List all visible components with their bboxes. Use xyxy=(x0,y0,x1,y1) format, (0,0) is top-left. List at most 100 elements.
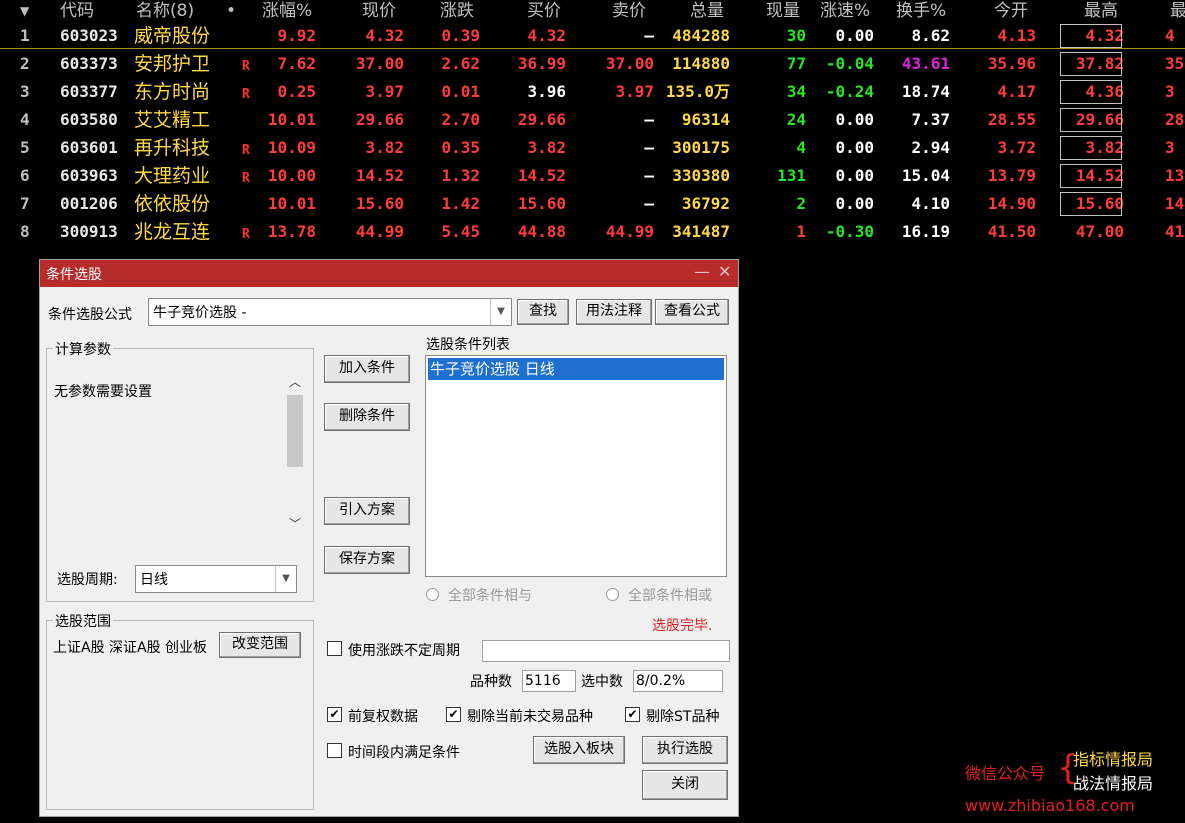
cell-no: 8 xyxy=(20,222,30,241)
cell-speed: -0.30 xyxy=(825,222,874,241)
cell-price: 3.97 xyxy=(365,82,404,101)
radio-or[interactable] xyxy=(606,588,619,601)
chevron-down-icon[interactable]: ▼ xyxy=(490,299,511,325)
col-open[interactable]: 今开 xyxy=(994,0,1028,24)
col-vol[interactable]: 总量 xyxy=(690,0,724,24)
scroll-up-icon[interactable]: ︿ xyxy=(289,373,301,390)
params-scrollbar[interactable]: ︿ ﹀ xyxy=(285,369,305,534)
col-turn[interactable]: 换手% xyxy=(896,0,946,24)
selected-label: 选中数 xyxy=(581,674,623,690)
cell-chg-pct: 9.92 xyxy=(277,26,316,45)
cell-speed: -0.24 xyxy=(825,82,874,101)
execute-button[interactable]: 执行选股 xyxy=(642,736,728,764)
col-price[interactable]: 现价 xyxy=(362,0,396,24)
exclude-st-checkbox[interactable]: ✔ xyxy=(625,707,640,722)
cell-name: 兆龙互连 xyxy=(134,221,211,243)
table-row[interactable]: 7 001206 依依股份 10.01 15.60 1.42 15.60 — 36792 2 0.0… xyxy=(0,190,1185,218)
to-block-button[interactable]: 选股入板块 xyxy=(533,736,625,764)
period-combo[interactable]: 日线 ▼ xyxy=(135,565,297,593)
col-chg[interactable]: 涨跌 xyxy=(440,0,474,24)
cell-price: 37.00 xyxy=(355,54,404,73)
table-row[interactable]: 4 603580 艾艾精工 10.01 29.66 2.70 29.66 — 96314 24 0.… xyxy=(0,106,1185,134)
cell-bid: 36.99 xyxy=(517,54,566,73)
cell-name: 安邦护卫 xyxy=(134,53,211,75)
save-plan-button[interactable]: 保存方案 xyxy=(324,546,410,574)
find-button[interactable]: 查找 xyxy=(517,299,569,325)
exclude-untraded-checkbox[interactable]: ✔ xyxy=(446,707,461,722)
cell-open: 13.79 xyxy=(987,166,1036,185)
cell-high: 4.32 xyxy=(1058,22,1124,50)
cell-chg-pct: 10.01 xyxy=(267,110,316,129)
period-satisfy-checkbox[interactable] xyxy=(327,743,342,758)
formula-combo[interactable]: 牛子竞价选股 - ▼ xyxy=(148,298,512,326)
radio-and[interactable] xyxy=(426,588,439,601)
range-group: 选股范围 上证A股 深证A股 创业板 改变范围 xyxy=(46,611,314,810)
sort-arrow-icon[interactable]: ▼ xyxy=(20,0,29,24)
close-button[interactable]: 关闭 xyxy=(642,770,728,800)
cell-cur: 77 xyxy=(786,54,806,73)
cell-bid: 29.66 xyxy=(517,110,566,129)
cell-last: 41 xyxy=(1165,222,1185,241)
scroll-down-icon[interactable]: ﹀ xyxy=(289,515,301,532)
list-item[interactable]: 牛子竞价选股 日线 xyxy=(428,358,724,380)
formula-value: 牛子竞价选股 - xyxy=(153,305,247,321)
cell-turn: 2.94 xyxy=(911,138,950,157)
cell-high: 3.82 xyxy=(1058,134,1124,162)
cell-cur: 30 xyxy=(786,26,806,45)
cell-chg-pct: 0.25 xyxy=(277,82,316,101)
cell-no: 4 xyxy=(20,110,30,129)
table-header: ▼ 代码 名称(8) • 涨幅% 现价 涨跌 买价 卖价 总量 现量 涨速% 换… xyxy=(0,0,1185,24)
variable-period-input[interactable] xyxy=(482,640,730,662)
delete-condition-button[interactable]: 删除条件 xyxy=(324,403,410,431)
variable-period-checkbox[interactable] xyxy=(327,641,342,656)
col-bid[interactable]: 买价 xyxy=(527,0,561,24)
table-row[interactable]: 3 603377 东方时尚 R 0.25 3.97 0.01 3.96 3.97 135.0万 34… xyxy=(0,78,1185,106)
cell-ask: 44.99 xyxy=(605,222,654,241)
col-ask[interactable]: 卖价 xyxy=(612,0,646,24)
cell-name: 依依股份 xyxy=(134,193,211,215)
import-plan-button[interactable]: 引入方案 xyxy=(324,497,410,525)
col-chg-pct[interactable]: 涨幅% xyxy=(262,0,312,24)
adjust-checkbox[interactable]: ✔ xyxy=(327,707,342,722)
variable-period-label: 使用涨跌不定周期 xyxy=(348,643,460,659)
cell-vol: 114880 xyxy=(672,54,730,73)
col-more[interactable]: 最 xyxy=(1170,0,1185,24)
cell-high: 14.52 xyxy=(1058,162,1124,190)
cell-open: 4.13 xyxy=(997,26,1036,45)
cell-price: 14.52 xyxy=(355,166,404,185)
col-name[interactable]: 名称(8) xyxy=(136,0,194,24)
cell-speed: -0.04 xyxy=(825,54,874,73)
scroll-thumb[interactable] xyxy=(287,395,303,467)
table-row[interactable]: 8 300913 兆龙互连 R 13.78 44.99 5.45 44.88 44.99 3414… xyxy=(0,218,1185,246)
change-range-button[interactable]: 改变范围 xyxy=(219,632,301,658)
cell-vol: 36792 xyxy=(681,194,730,213)
table-row[interactable]: 2 603373 安邦护卫 R 7.62 37.00 2.62 36.99 37.00 11488… xyxy=(0,50,1185,78)
cell-ask: — xyxy=(644,138,654,157)
count-value: 5116 xyxy=(522,670,576,692)
cell-vol: 330380 xyxy=(672,166,730,185)
col-code[interactable]: 代码 xyxy=(60,0,94,24)
count-label: 品种数 xyxy=(470,674,512,690)
chevron-down-icon[interactable]: ▼ xyxy=(275,566,296,592)
cell-vol: 341487 xyxy=(672,222,730,241)
condition-list[interactable]: 牛子竞价选股 日线 xyxy=(425,355,727,577)
cell-chg: 2.62 xyxy=(441,54,480,73)
table-row[interactable]: 1 603023 威帝股份 9.92 4.32 0.39 4.32 — 484288 30 0.00… xyxy=(0,22,1185,50)
cell-bid: 15.60 xyxy=(517,194,566,213)
dialog-titlebar[interactable]: 条件选股 — ✕ xyxy=(40,260,738,287)
usage-button[interactable]: 用法注释 xyxy=(576,299,652,325)
cell-ask: — xyxy=(644,110,654,129)
col-cur[interactable]: 现量 xyxy=(766,0,800,24)
add-condition-button[interactable]: 加入条件 xyxy=(324,355,410,383)
close-icon[interactable]: ✕ xyxy=(718,262,731,281)
cell-vol: 96314 xyxy=(681,110,730,129)
col-speed[interactable]: 涨速% xyxy=(820,0,870,24)
view-formula-button[interactable]: 查看公式 xyxy=(655,299,729,325)
minimize-icon[interactable]: — xyxy=(694,262,710,281)
col-high[interactable]: 最高 xyxy=(1084,0,1118,24)
cell-chg: 0.39 xyxy=(441,26,480,45)
cell-price: 4.32 xyxy=(365,26,404,45)
formula-label: 条件选股公式 xyxy=(48,307,132,323)
table-row[interactable]: 5 603601 再升科技 R 10.09 3.82 0.35 3.82—300175 4 0.0… xyxy=(0,134,1185,162)
table-row[interactable]: 6 603963 大理药业 R 10.00 14.52 1.32 14.52—330380 13… xyxy=(0,162,1185,190)
